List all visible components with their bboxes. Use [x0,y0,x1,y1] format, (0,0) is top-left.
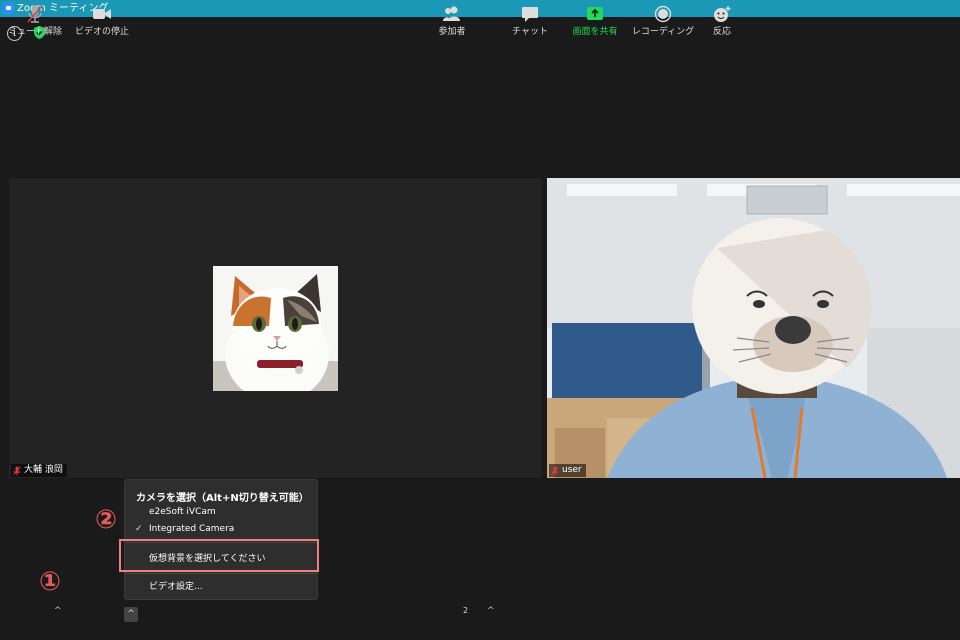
record-icon [652,4,674,24]
participant-name: 大輔 浪岡 [24,465,63,475]
camera-option-integrated[interactable]: Integrated Camera [149,524,234,534]
participant-name: user [562,465,582,475]
stop-video-button[interactable]: ビデオの停止 [70,0,134,40]
video-camera-icon [91,4,113,24]
video-options-caret[interactable]: ^ [124,607,138,622]
share-screen-button[interactable]: 画面を共有 [569,0,621,40]
share-screen-icon [584,4,606,24]
emoji-reaction-icon [711,4,733,24]
camera-option-ivcam[interactable]: e2eSoft iVCam [149,507,216,517]
participant-video-feed [547,178,960,478]
participant-name-tag: 大輔 浪岡 [11,464,67,477]
profile-picture-cat [213,266,338,391]
participants-icon [441,4,463,24]
video-settings-option[interactable]: ビデオ設定... [149,579,203,592]
share-screen-label: 画面を共有 [572,27,618,37]
title-bar: Zoom ミーティング [0,0,960,17]
unmute-label: ミュート解除 [7,27,62,37]
menu-title: カメラを選択（Alt+N切り替え可能） [136,493,309,504]
meeting-toolbar [0,600,960,640]
participant-tile-left[interactable]: 大輔 浪岡 [9,178,542,478]
chat-bubble-icon [519,4,541,24]
participant-tile-right[interactable]: user [547,178,960,478]
participants-count: 2 [463,606,469,615]
participant-name-tag: user [549,464,586,477]
checkmark-icon: ✓ [135,524,143,534]
recording-label: レコーディング [631,27,695,37]
audio-options-caret[interactable]: ^ [54,606,62,616]
menu-divider [125,573,317,574]
mic-muted-icon [13,465,21,476]
stop-video-label: ビデオの停止 [74,27,129,37]
step-1-marker: ① [39,567,62,597]
highlight-virtual-background [119,539,319,572]
mic-muted-icon [24,4,46,24]
recording-button[interactable]: レコーディング [631,0,695,40]
participants-button[interactable]: 参加者 [432,0,472,40]
unmute-button[interactable]: ミュート解除 [6,0,64,40]
mic-muted-icon [551,465,559,476]
participants-label: 参加者 [438,27,466,37]
reactions-label: 反応 [712,27,731,37]
participants-options-caret[interactable]: ^ [487,606,495,616]
reactions-button[interactable]: 反応 [704,0,740,40]
step-2-marker: ② [95,505,118,535]
chat-button[interactable]: チャット [510,0,550,40]
chat-label: チャット [512,27,548,37]
